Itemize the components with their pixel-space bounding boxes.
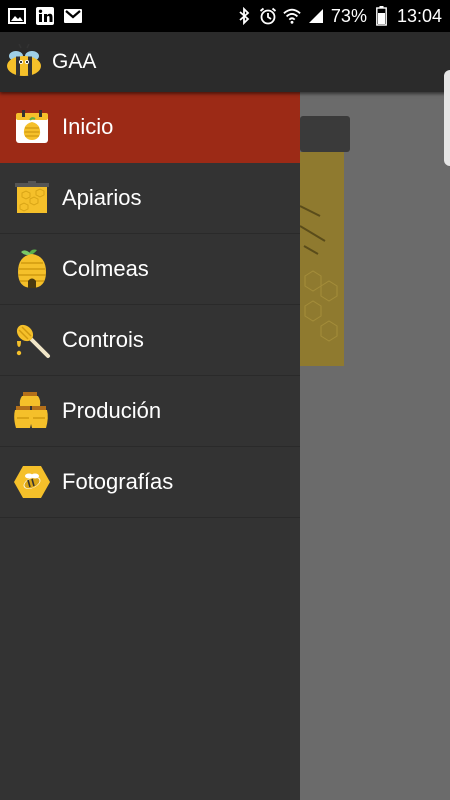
- gallery-icon: [8, 7, 26, 25]
- navigation-drawer: Inicio Apiarios Colmeas Controis Produci…: [0, 92, 300, 800]
- edge-handle[interactable]: [444, 70, 450, 166]
- nav-item-producion[interactable]: Produción: [0, 376, 300, 447]
- nav-item-label: Apiarios: [62, 185, 142, 210]
- nav-item-label: Colmeas: [62, 256, 149, 281]
- nav-item-fotografias[interactable]: Fotografías: [0, 447, 300, 518]
- signal-icon: [307, 7, 325, 25]
- nav-item-inicio[interactable]: Inicio: [0, 92, 300, 163]
- alarm-icon: [259, 7, 277, 25]
- app-bar: GAA: [0, 32, 450, 92]
- battery-icon: [373, 6, 391, 26]
- nav-item-label: Produción: [62, 398, 162, 423]
- honey-jars-icon: [12, 391, 52, 431]
- gmail-icon: [64, 7, 82, 25]
- nav-item-controis[interactable]: Controis: [0, 305, 300, 376]
- calendar-hive-icon: [12, 107, 52, 147]
- honeycomb-box-icon: [12, 178, 52, 218]
- status-bar: 73% 13:04: [0, 0, 450, 32]
- clock: 13:04: [396, 5, 442, 26]
- nav-item-label: Fotografías: [62, 469, 174, 494]
- wifi-icon: [283, 7, 301, 25]
- bluetooth-icon: [235, 7, 253, 25]
- bee-logo-icon[interactable]: [4, 44, 44, 80]
- nav-item-apiarios[interactable]: Apiarios: [0, 163, 300, 234]
- nav-item-colmeas[interactable]: Colmeas: [0, 234, 300, 305]
- nav-item-label: Controis: [62, 327, 144, 352]
- app-title: GAA: [52, 50, 97, 73]
- beehive-icon: [12, 249, 52, 289]
- battery-percent: 73%: [330, 5, 367, 26]
- background-honey-card: [300, 116, 350, 366]
- linkedin-icon: [36, 7, 54, 25]
- nav-item-label: Inicio: [62, 114, 114, 139]
- bee-honeycomb-icon: [12, 462, 52, 502]
- honey-dipper-icon: [12, 320, 52, 360]
